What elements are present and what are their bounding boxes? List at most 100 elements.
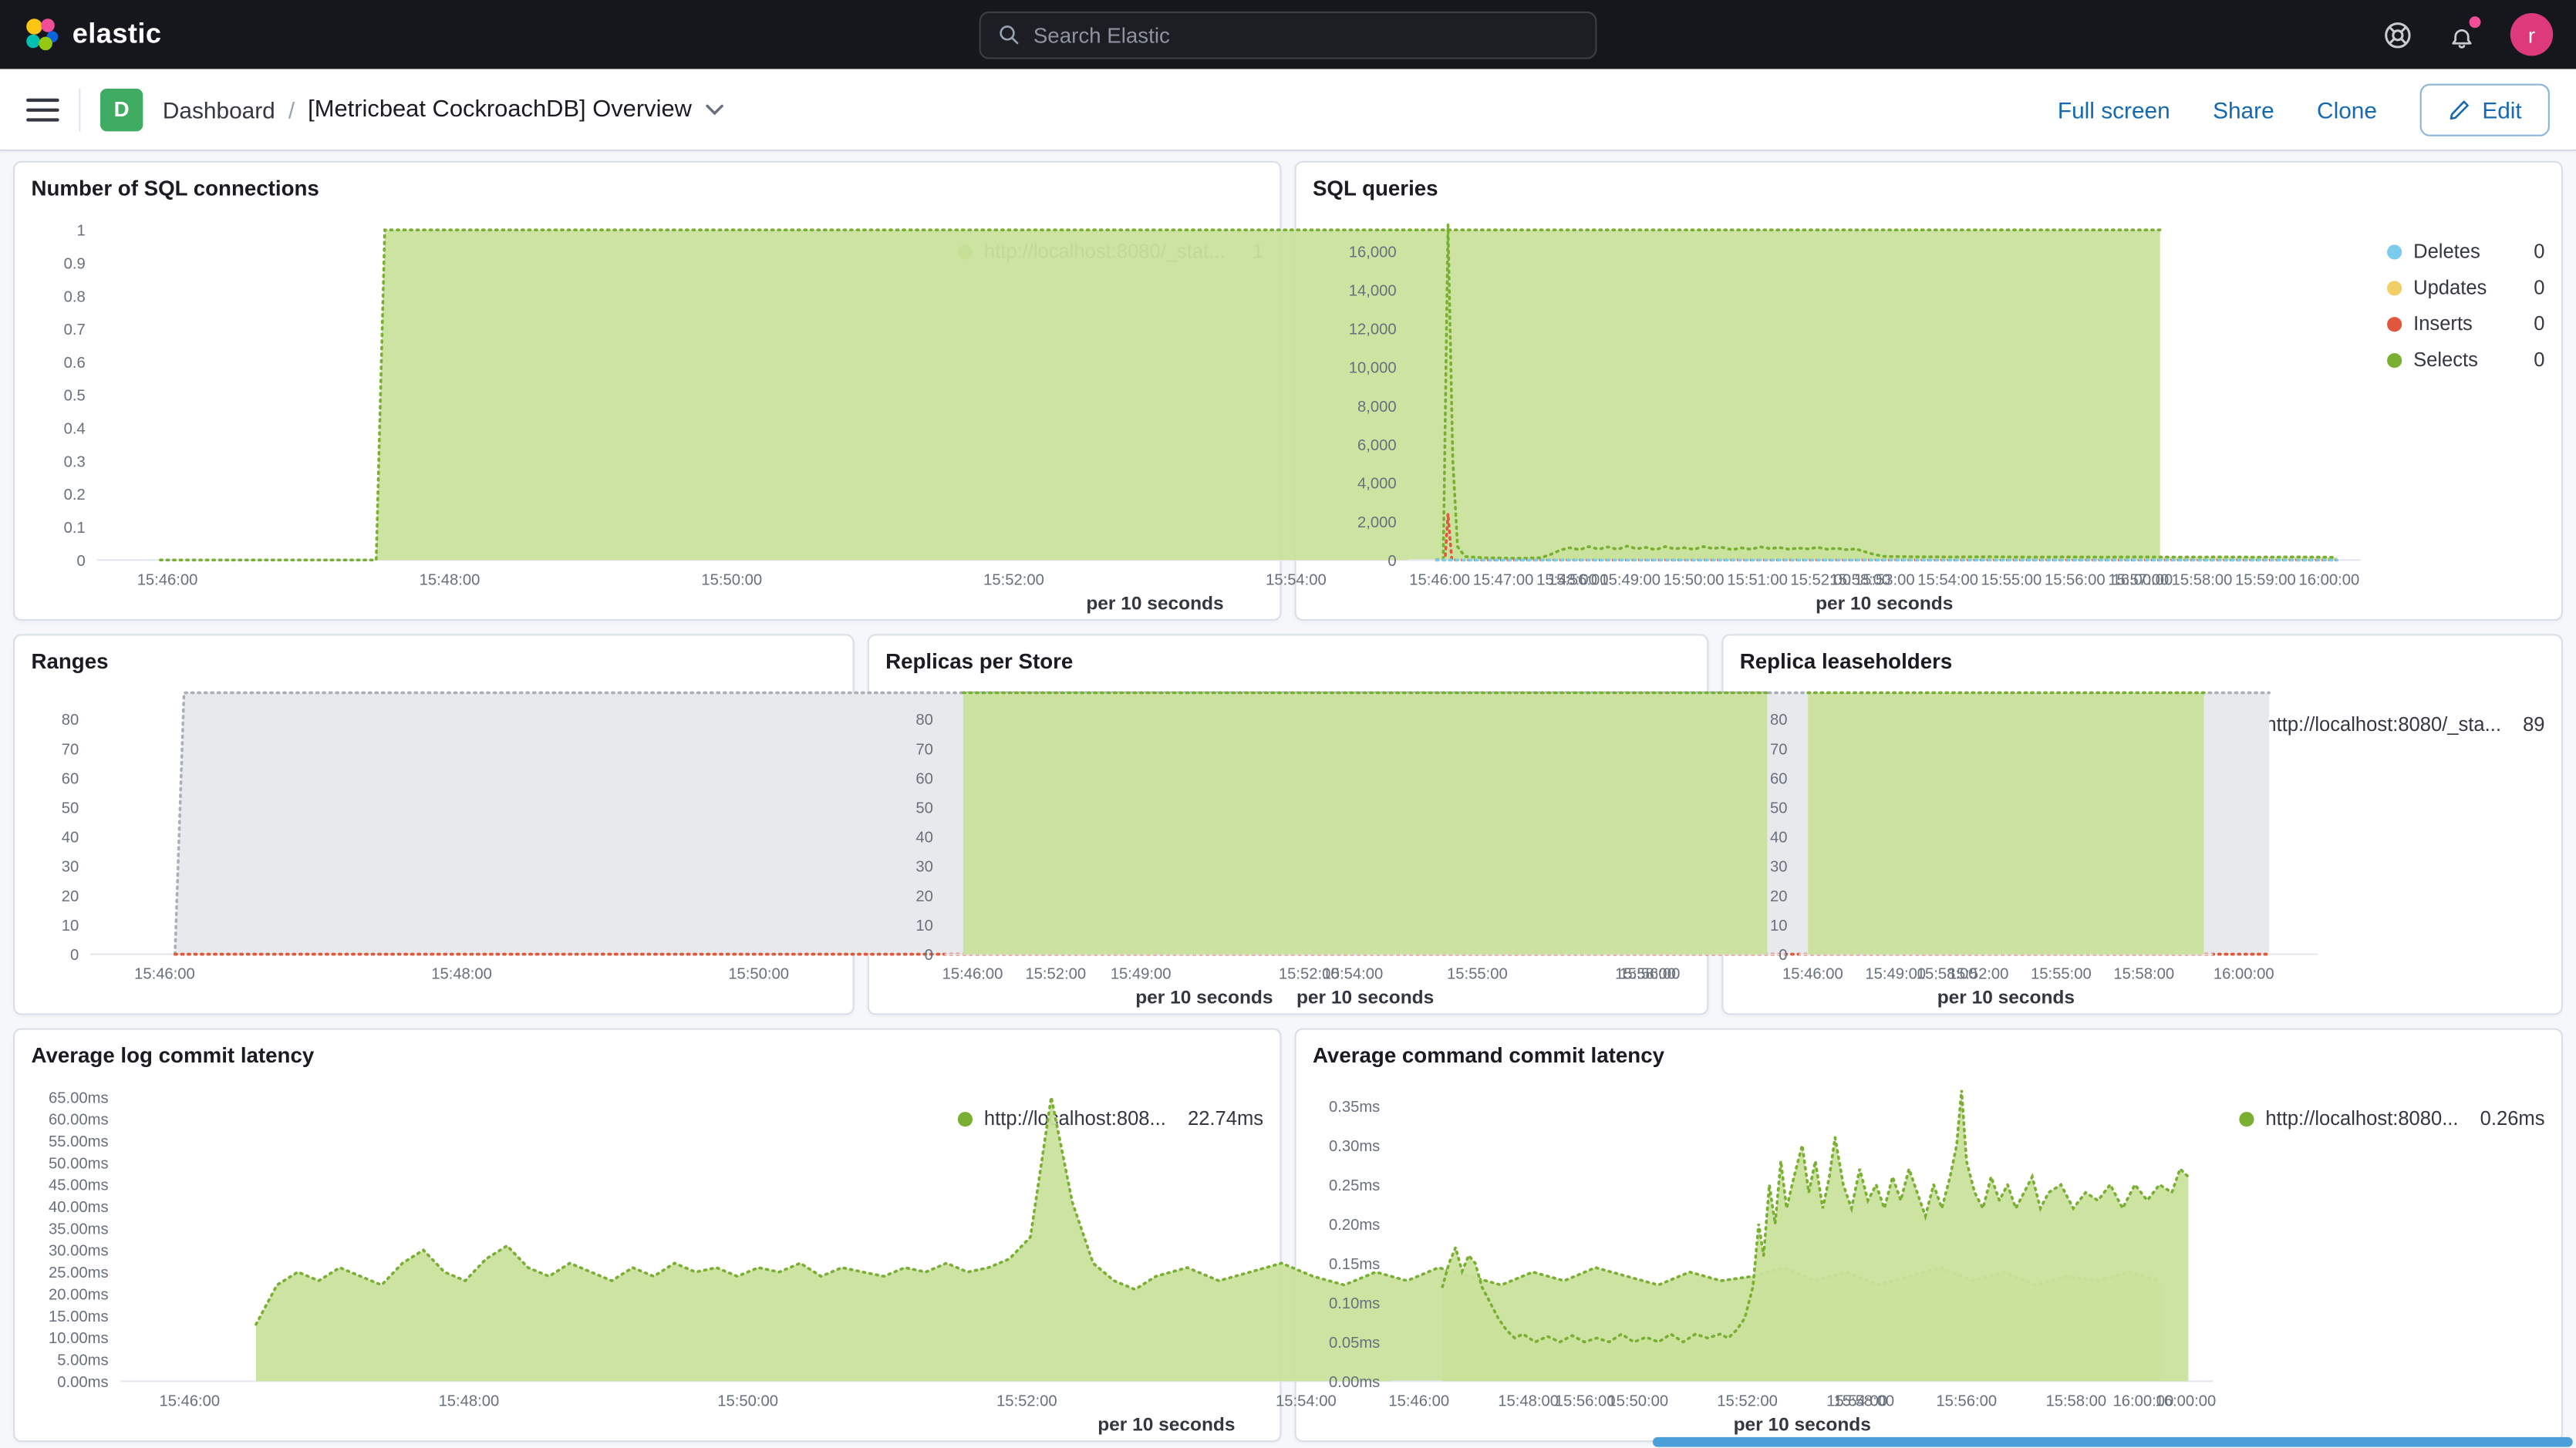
panel-number-of-sql-connections: Number of SQL connections 10.90.80.70.60.…	[13, 161, 1281, 621]
page-title: [Metricbeat CockroachDB] Overview	[308, 96, 692, 123]
panel-title: Replica leaseholders	[1740, 648, 2545, 673]
y-tick-label: 25.00ms	[49, 1264, 109, 1281]
panel-title: Ranges	[31, 648, 836, 673]
panel-row-2: Ranges8070605040302010015:46:0015:48:001…	[13, 634, 2563, 1015]
y-tick-label: 0.5	[64, 388, 86, 405]
x-tick-label: 15:52:00	[1790, 571, 1851, 588]
help-ring-icon[interactable]	[2382, 19, 2413, 49]
search-icon	[997, 23, 1020, 46]
y-tick-label: 0.30ms	[1329, 1138, 1380, 1155]
panel-body: 8070605040302010015:46:0015:48:0015:50:0…	[31, 677, 836, 1010]
search-input[interactable]	[1033, 22, 1579, 47]
x-axis-title: per 10 seconds	[1097, 1414, 1235, 1435]
y-tick-label: 0.7	[64, 322, 86, 338]
legend-item[interactable]: Selects0	[2387, 349, 2544, 372]
elastic-home-link[interactable]: elastic	[23, 16, 162, 52]
y-tick-label: 40	[1770, 830, 1788, 847]
horizontal-scrollbar-thumb[interactable]	[1653, 1437, 2573, 1447]
brand-name: elastic	[72, 18, 162, 51]
panel-average-command-commit-latency: Average command commit latency0.35ms0.30…	[1295, 1028, 2563, 1442]
panel-title: Number of SQL connections	[31, 176, 1263, 200]
y-tick-label: 0.10ms	[1329, 1295, 1380, 1312]
y-tick-label: 50	[915, 800, 933, 817]
global-search-box[interactable]	[979, 11, 1597, 59]
x-tick-label: 15:51:00	[1727, 571, 1788, 588]
notification-badge-dot	[2470, 15, 2481, 27]
panel-body: 8070605040302010015:46:0015:49:0015:52:0…	[885, 677, 1691, 1010]
x-tick-label: 15:46:00	[1388, 1392, 1449, 1409]
y-tick-label: 0	[70, 947, 79, 964]
x-axis-title: per 10 seconds	[1734, 1414, 1871, 1435]
y-tick-label: 0.15ms	[1329, 1256, 1380, 1273]
y-tick-label: 10	[915, 918, 933, 934]
legend-label: Updates	[2413, 276, 2512, 299]
y-tick-label: 0.00ms	[57, 1374, 108, 1391]
chart-replica-leaseholders[interactable]: 8070605040302010015:46:0015:49:0015:52:0…	[1740, 677, 2230, 1010]
average-command-commit-latency-chart-canvas: 0.35ms0.30ms0.25ms0.20ms0.15ms0.10ms0.05…	[1313, 1071, 2230, 1437]
menu-hamburger-button[interactable]	[26, 98, 59, 121]
chart-ranges[interactable]: 8070605040302010015:46:0015:48:0015:50:0…	[31, 677, 625, 1010]
breadcrumb-separator: /	[288, 96, 295, 123]
y-tick-label: 15.00ms	[49, 1308, 109, 1325]
x-axis-title: per 10 seconds	[1086, 593, 1223, 614]
user-avatar[interactable]: r	[2510, 13, 2553, 56]
x-tick-label: 15:54:00	[1826, 1392, 1887, 1409]
legend-dot-icon	[2387, 316, 2402, 331]
x-tick-label: 15:47:00	[1473, 571, 1534, 588]
notifications-button[interactable]	[2446, 19, 2477, 49]
chevron-down-icon[interactable]	[705, 103, 725, 116]
y-tick-label: 0.2	[64, 487, 86, 503]
chart-number-of-sql-connections[interactable]: 10.90.80.70.60.50.40.30.20.1015:46:0015:…	[31, 204, 948, 616]
x-axis-title: per 10 seconds	[1937, 987, 2075, 1008]
avatar-initial: r	[2528, 22, 2535, 47]
x-axis-title: per 10 seconds	[1816, 593, 1953, 614]
x-tick-label: 15:54:00	[1917, 571, 1978, 588]
legend-item[interactable]: Updates 0	[2387, 276, 2544, 299]
y-tick-label: 0.05ms	[1329, 1335, 1380, 1352]
breadcrumb-dashboard-link[interactable]: Dashboard	[163, 96, 275, 123]
legend-item[interactable]: Deletes0	[2387, 240, 2544, 263]
x-tick-label: 15:46:00	[1782, 966, 1843, 983]
chart-average-command-commit-latency[interactable]: 0.35ms0.30ms0.25ms0.20ms0.15ms0.10ms0.05…	[1313, 1071, 2230, 1437]
y-tick-label: 1	[77, 223, 86, 240]
x-tick-label: 15:50:00	[1664, 571, 1725, 588]
edit-button[interactable]: Edit	[2419, 83, 2550, 136]
share-button[interactable]: Share	[2213, 96, 2274, 123]
legend-item[interactable]: http://localhost:8080...0.26ms	[2239, 1107, 2544, 1130]
x-tick-label: 16:00:00	[2298, 571, 2359, 588]
legend-item[interactable]: Inserts0	[2387, 312, 2544, 335]
y-tick-label: 2,000	[1357, 514, 1397, 531]
legend: Deletes0 Updates 0 Inserts0 Selects0	[2387, 204, 2544, 616]
dashboard-actions: Full screen Share Clone Edit	[2058, 83, 2550, 136]
panel-row-3: Average log commit latency65.00ms60.00ms…	[13, 1028, 2563, 1442]
chart-average-log-commit-latency[interactable]: 65.00ms60.00ms55.00ms50.00ms45.00ms40.00…	[31, 1071, 948, 1437]
x-tick-label: 15:50:00	[701, 571, 762, 588]
y-tick-label: 40	[62, 830, 79, 847]
x-tick-label: 15:59:00	[2235, 571, 2296, 588]
x-tick-label: 15:58:00	[2172, 571, 2233, 588]
chart-replicas-per-store[interactable]: 8070605040302010015:46:0015:49:0015:52:0…	[885, 677, 1375, 1010]
legend-label: Deletes	[2413, 240, 2512, 263]
x-tick-label: 15:46:00	[1409, 571, 1470, 588]
y-tick-label: 0	[925, 947, 933, 964]
chart-sql-queries[interactable]: 16,00014,00012,00010,0008,0006,0004,0002…	[1313, 204, 2377, 616]
replicas-per-store-chart-canvas: 8070605040302010015:46:0015:49:0015:52:0…	[885, 677, 1802, 1010]
x-tick-label: 15:48:00	[1498, 1392, 1559, 1409]
legend-value: 0	[2534, 276, 2544, 299]
space-badge[interactable]: D	[100, 88, 143, 130]
x-tick-label: 15:52:00	[1279, 966, 1340, 983]
panel-body: 16,00014,00012,00010,0008,0006,0004,0002…	[1313, 204, 2545, 616]
x-tick-label: 15:50:00	[1607, 1392, 1668, 1409]
full-screen-button[interactable]: Full screen	[2058, 96, 2170, 123]
legend-dot-icon	[2239, 1111, 2254, 1126]
y-tick-label: 80	[915, 712, 933, 729]
x-tick-label: 15:49:00	[1111, 966, 1172, 983]
clone-button[interactable]: Clone	[2317, 96, 2377, 123]
x-tick-label: 15:49:00	[1865, 966, 1926, 983]
x-tick-label: 15:53:00	[1854, 571, 1915, 588]
x-tick-label: 15:48:00	[431, 966, 492, 983]
x-tick-label: 15:55:00	[2031, 966, 2092, 983]
panel-title: Replicas per Store	[885, 648, 1691, 673]
y-tick-label: 0	[1387, 553, 1396, 570]
y-tick-label: 30.00ms	[49, 1243, 109, 1260]
